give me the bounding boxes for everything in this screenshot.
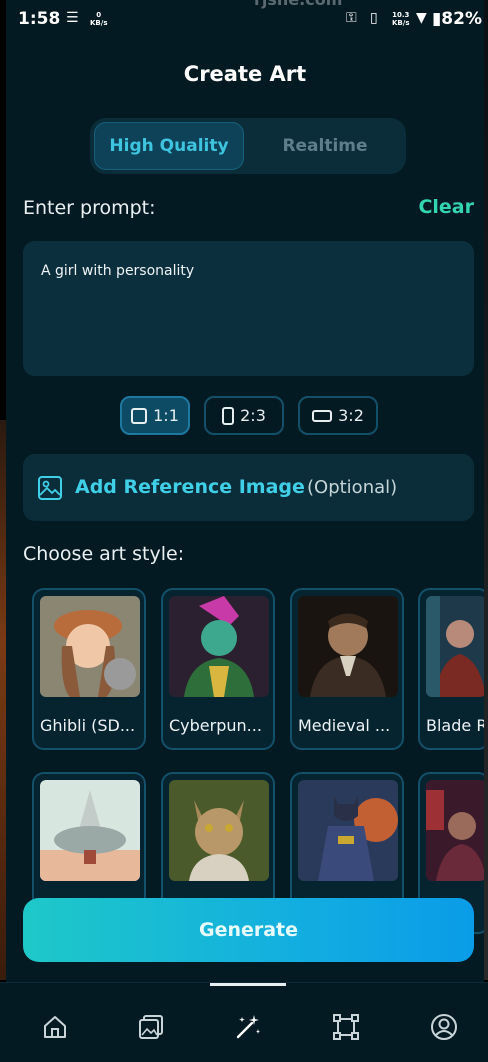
blade-runner-thumbnail — [426, 596, 484, 697]
magic-wand-icon[interactable] — [234, 1013, 262, 1041]
prompt-input[interactable]: A girl with personality — [23, 241, 474, 376]
vibrate-icon: ▯ — [370, 10, 378, 26]
style-card-medieval[interactable]: Medieval ... — [290, 588, 404, 750]
style-card-label: Blade R — [426, 716, 484, 735]
reference-optional: (Optional) — [307, 477, 398, 498]
style-card-cyberpunk[interactable]: Cyberpun... — [161, 588, 275, 750]
active-tab-indicator — [210, 983, 286, 986]
style-card-blade-runner[interactable]: Blade R — [418, 588, 484, 750]
net-speed-left: 0 KB/s — [90, 11, 108, 27]
ratio-2-3-button[interactable]: 2:3 — [204, 396, 284, 435]
ratio-1-1-label: 1:1 — [153, 406, 179, 425]
ghibli-thumbnail — [40, 596, 140, 697]
add-reference-image-button[interactable]: Add Reference Image (Optional) — [23, 454, 474, 521]
page-title: Create Art — [183, 62, 307, 86]
background-right-edge — [484, 0, 488, 980]
reference-label: Add Reference Image — [75, 476, 305, 498]
neon-thumbnail — [426, 780, 484, 881]
cyberpunk-thumbnail — [169, 596, 269, 697]
battery-level: ▮82% — [431, 9, 482, 29]
clear-button[interactable]: Clear — [418, 196, 474, 218]
app-screen: 1:58 ☰ 0KB/s rjsne.com ⚿ ▯ 10.3KB/s ▼ ▮8… — [6, 0, 484, 982]
superhero-thumbnail — [298, 780, 398, 881]
generate-button[interactable]: Generate — [23, 898, 474, 962]
profile-icon[interactable] — [430, 1013, 458, 1041]
style-card-label: Medieval ... — [298, 716, 391, 735]
ratio-1-1-button[interactable]: 1:1 — [120, 396, 190, 435]
mode-toggle: High Quality Realtime — [90, 118, 406, 174]
status-bar: 1:58 ☰ 0KB/s rjsne.com ⚿ ▯ 10.3KB/s ▼ ▮8… — [6, 0, 484, 40]
status-time: 1:58 — [18, 9, 61, 29]
style-card-ghibli[interactable]: Ghibli (SD... — [32, 588, 146, 750]
medieval-thumbnail — [298, 596, 398, 697]
net-speed-right: 10.3 KB/s — [392, 11, 410, 27]
cat-thumbnail — [169, 780, 269, 881]
home-icon[interactable] — [41, 1013, 69, 1041]
square-ratio-icon — [131, 407, 148, 424]
battery-icon: ▮ — [431, 9, 442, 29]
wifi-icon: ▼ — [416, 10, 427, 26]
landscape-ratio-icon — [312, 409, 333, 422]
bottom-nav — [0, 982, 488, 1062]
art-style-label: Choose art style: — [23, 543, 185, 565]
style-card-label: Ghibli (SD... — [40, 716, 136, 735]
watermark: rjsne.com — [254, 0, 342, 9]
gallery-icon[interactable] — [137, 1013, 165, 1041]
ratio-3-2-button[interactable]: 3:2 — [298, 396, 378, 435]
ratio-3-2-label: 3:2 — [338, 406, 364, 425]
prompt-text: A girl with personality — [41, 263, 195, 279]
ratio-2-3-label: 2:3 — [240, 406, 266, 425]
frame-icon[interactable] — [332, 1013, 360, 1041]
mode-realtime-button[interactable]: Realtime — [250, 122, 400, 170]
mode-high-quality-button[interactable]: High Quality — [94, 122, 244, 170]
sci-fi-thumbnail — [40, 780, 140, 881]
prompt-label: Enter prompt: — [23, 197, 156, 219]
image-icon — [38, 476, 62, 500]
key-icon: ⚿ — [346, 10, 357, 26]
notification-icon: ☰ — [66, 10, 79, 26]
style-card-label: Cyberpun... — [169, 716, 262, 735]
portrait-ratio-icon — [222, 406, 235, 425]
